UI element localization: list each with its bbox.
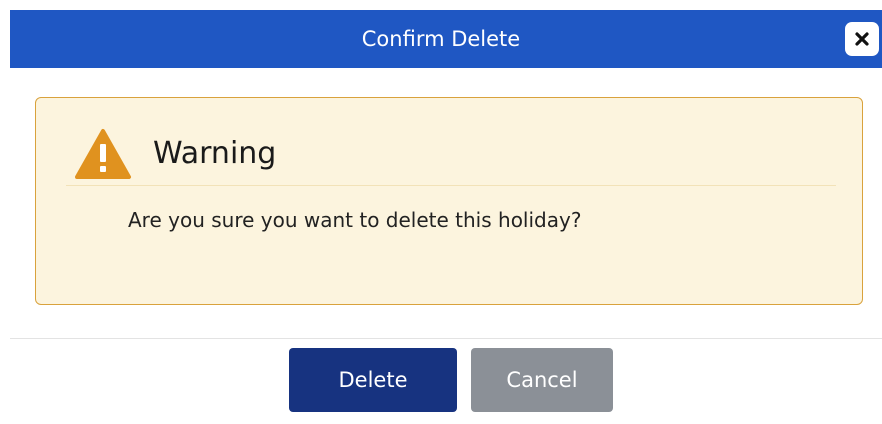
warning-divider xyxy=(66,185,836,186)
confirm-delete-dialog: Confirm Delete Warning Are you sure you … xyxy=(0,0,882,424)
close-icon xyxy=(855,32,869,46)
warning-alert: Warning Are you sure you want to delete … xyxy=(35,97,863,305)
delete-button[interactable]: Delete xyxy=(289,348,457,412)
warning-message: Are you sure you want to delete this hol… xyxy=(128,208,582,232)
warning-icon xyxy=(75,129,131,179)
dialog-titlebar: Confirm Delete xyxy=(10,10,882,68)
close-button[interactable] xyxy=(845,22,879,56)
warning-heading: Warning xyxy=(153,136,277,171)
cancel-button[interactable]: Cancel xyxy=(471,348,613,412)
dialog-title: Confirm Delete xyxy=(361,27,521,51)
footer-divider xyxy=(10,338,882,339)
